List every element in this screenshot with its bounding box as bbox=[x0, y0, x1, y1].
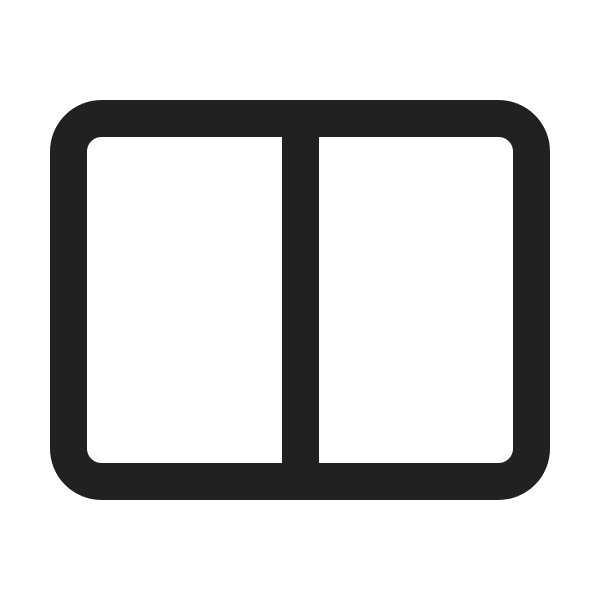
split-view-icon bbox=[50, 100, 550, 500]
divider-bar bbox=[282, 118, 319, 482]
icon-canvas bbox=[0, 0, 600, 600]
